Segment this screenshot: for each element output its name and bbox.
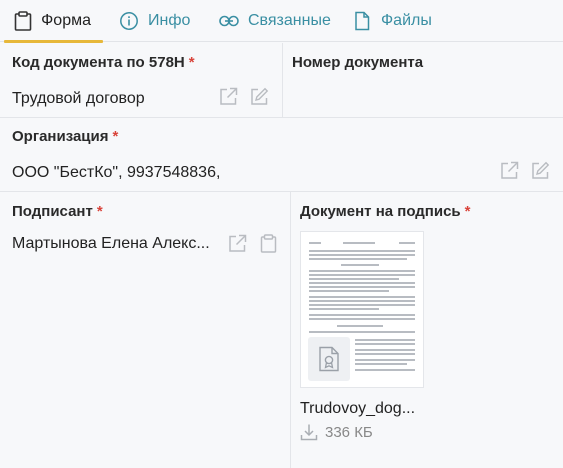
tab-form[interactable]: Форма [0, 0, 105, 43]
thumbnail-text-line [309, 242, 321, 244]
doc-number-label: Номер документа [292, 54, 424, 71]
edit-icon[interactable] [248, 85, 270, 107]
thumbnail-text-line [355, 339, 415, 341]
thumbnail-text-line [309, 331, 415, 333]
file-size: 336 КБ [325, 423, 373, 441]
required-marker: * [464, 203, 471, 220]
row-divider [0, 191, 563, 192]
tab-files[interactable]: Файлы [340, 0, 446, 42]
column-divider [290, 192, 291, 468]
required-marker: * [112, 128, 119, 145]
thumbnail-text-line [355, 349, 415, 351]
certificate-icon [308, 337, 350, 381]
thumbnail-text-line [309, 274, 415, 276]
open-external-icon[interactable] [226, 232, 248, 254]
thumbnail-text-line [309, 304, 415, 306]
thumbnail-text-line [337, 325, 383, 327]
thumbnail-text-line [309, 308, 379, 310]
thumbnail-text-line [309, 296, 415, 298]
tab-bar: Форма Инфо Связанные Файлы [0, 0, 563, 43]
thumbnail-text-line [309, 282, 415, 284]
required-marker: * [188, 54, 195, 71]
thumbnail-text-line [309, 258, 407, 260]
clipboard-icon [14, 10, 32, 31]
signer-value: Мартынова Елена Алекс... [12, 235, 210, 252]
required-marker: * [96, 203, 103, 220]
info-icon [119, 11, 139, 31]
thumbnail-text-line [399, 242, 415, 244]
thumbnail-text-line [355, 353, 415, 355]
open-external-icon[interactable] [217, 85, 239, 107]
thumbnail-text-line [309, 270, 415, 272]
tab-related-label: Связанные [248, 11, 331, 29]
thumbnail-text-line [341, 264, 379, 266]
organization-label: Организация * [12, 128, 119, 145]
tab-info-label: Инфо [148, 11, 191, 29]
thumbnail-text-line [309, 286, 415, 288]
clipboard-icon[interactable] [257, 232, 279, 254]
tab-form-label: Форма [41, 11, 91, 29]
file-size-row: 336 КБ [300, 423, 373, 441]
thumbnail-text-line [309, 318, 415, 320]
row-divider [0, 117, 563, 118]
tab-info[interactable]: Инфо [105, 0, 205, 42]
file-icon [352, 11, 372, 31]
thumbnail-text-line [309, 290, 389, 292]
thumbnail-text-line [309, 254, 415, 256]
thumbnail-text-line [355, 343, 415, 345]
column-divider [282, 43, 283, 117]
link-icon [219, 11, 239, 31]
thumbnail-text-line [355, 369, 415, 371]
doc-code-label: Код документа по 578Н * [12, 54, 195, 71]
open-external-icon[interactable] [498, 159, 520, 181]
file-name[interactable]: Trudovoy_dog... [300, 400, 415, 418]
thumbnail-text-line [309, 300, 415, 302]
thumbnail-text-line [309, 314, 415, 316]
download-icon[interactable] [300, 423, 318, 441]
thumbnail-text-line [355, 359, 415, 361]
doc-to-sign-label: Документ на подпись * [300, 203, 471, 220]
doc-code-value: Трудовой договор [12, 90, 145, 107]
tab-related[interactable]: Связанные [205, 0, 340, 42]
thumbnail-text-line [309, 250, 415, 252]
thumbnail-text-line [355, 363, 407, 365]
organization-value: ООО "БестКо", 9937548836, [12, 164, 221, 181]
tab-files-label: Файлы [381, 11, 432, 29]
thumbnail-text-line [309, 278, 399, 280]
edit-icon[interactable] [529, 159, 551, 181]
thumbnail-text-line [343, 242, 375, 244]
document-thumbnail[interactable] [300, 231, 424, 388]
signer-label: Подписант * [12, 203, 103, 220]
